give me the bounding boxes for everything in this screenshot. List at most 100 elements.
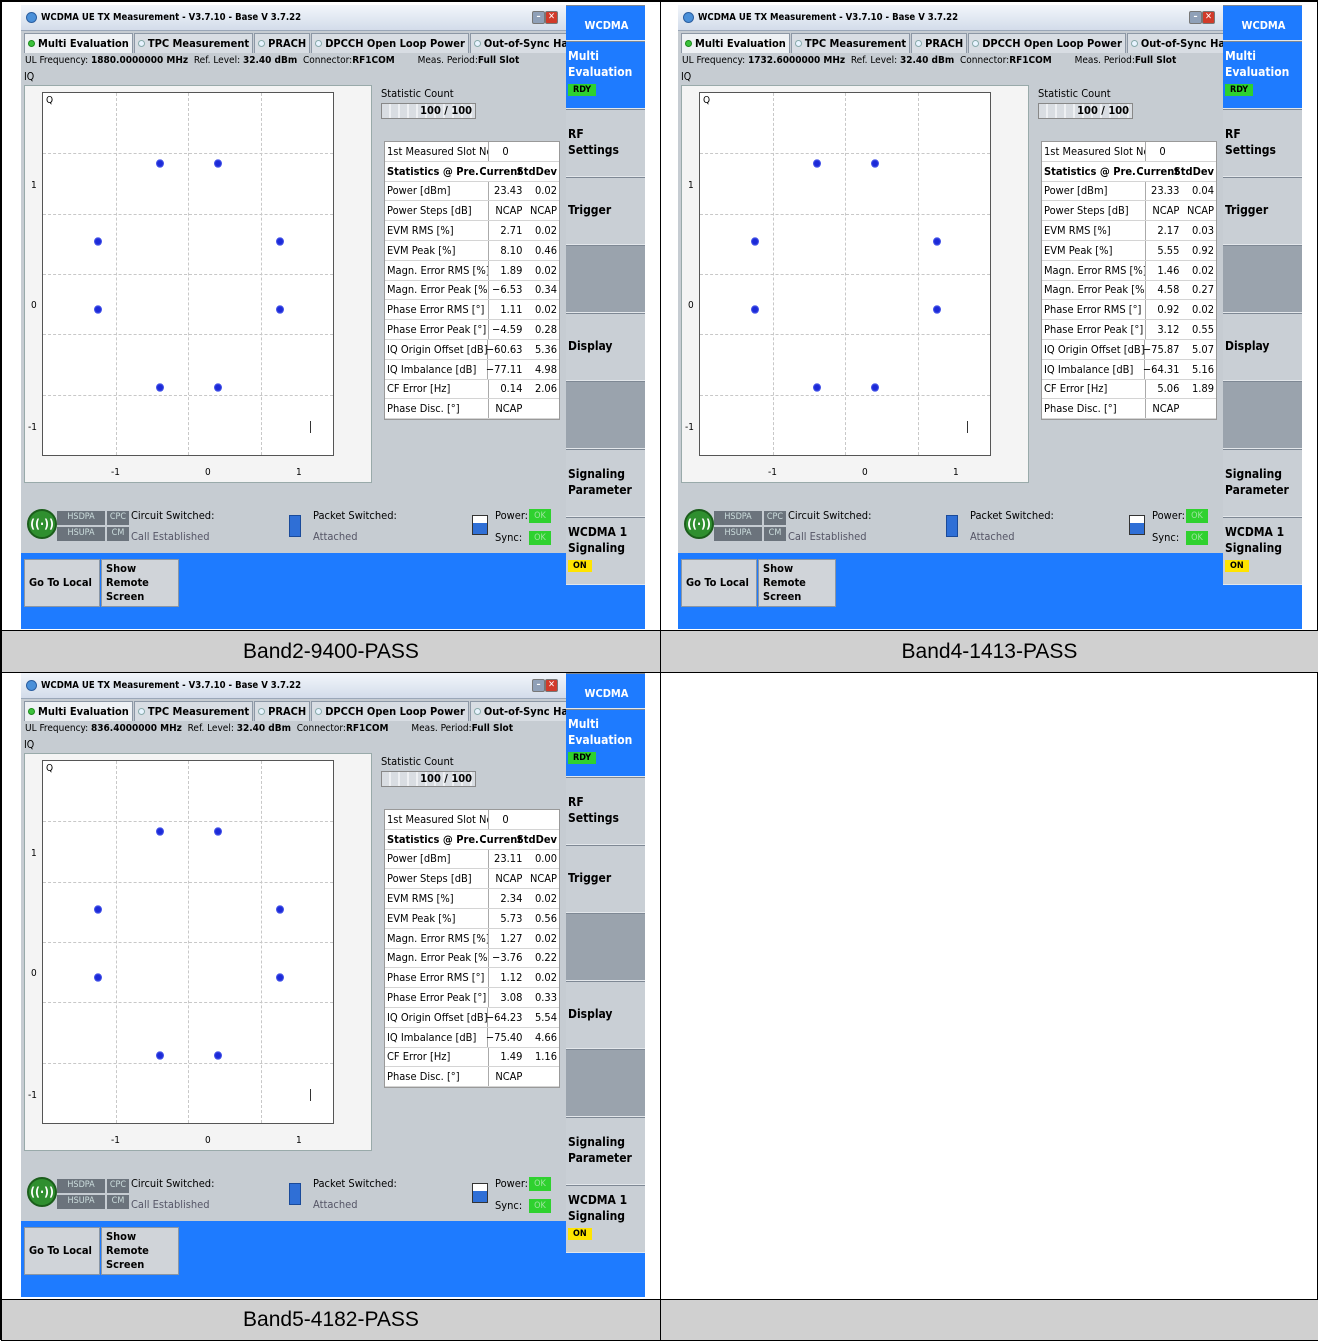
softkey-rf-settings[interactable]: RF Settings <box>566 777 645 845</box>
softkey-wcdma1-signaling[interactable]: WCDMA 1 Signaling ON <box>566 517 645 585</box>
tab-dpcch-open-loop-power[interactable]: DPCCH Open Loop Power <box>311 701 469 721</box>
circuit-switched-value: Call Established <box>788 530 867 543</box>
meas-period-label: Meas. Period: <box>417 55 478 66</box>
softkey-empty[interactable] <box>1223 245 1302 313</box>
tab-label: TPC Measurement <box>147 705 250 718</box>
radio-icon <box>28 708 35 715</box>
softkey-display[interactable]: Display <box>566 313 645 381</box>
softkey-label: Settings <box>568 811 619 825</box>
softkey-display[interactable]: Display <box>566 981 645 1049</box>
go-to-local-button[interactable]: Go To Local <box>681 559 757 607</box>
table-row: EVM RMS [%] 2.71 0.02 <box>385 221 559 241</box>
softkey-empty[interactable] <box>566 913 645 981</box>
y-tick-label: 0 <box>31 300 37 311</box>
show-remote-screen-button[interactable]: Show Remote Screen <box>101 559 179 607</box>
row-stddev: 1.89 <box>1191 382 1214 396</box>
status-bar: ((·)) HSDPA CPC HSUPA CM Circuit Switche… <box>678 497 1223 553</box>
tab-dpcch-open-loop-power[interactable]: DPCCH Open Loop Power <box>968 33 1126 53</box>
row-current: −3.76 <box>487 948 526 968</box>
softkey-signaling-parameter[interactable]: Signaling Parameter <box>1223 449 1302 517</box>
radio-icon <box>915 40 923 47</box>
softkey-wcdma[interactable]: WCDMA <box>566 5 645 41</box>
table-row: Power [dBm] 23.43 0.02 <box>385 181 559 202</box>
row-stddev: 2.06 <box>534 382 557 396</box>
tab-tpc-measurement[interactable]: TPC Measurement <box>790 33 911 53</box>
softkey-empty[interactable] <box>1223 381 1302 449</box>
softkey-rf-settings[interactable]: RF Settings <box>1223 109 1302 177</box>
row-label: Magn. Error RMS [%] <box>387 263 488 277</box>
softkey-display[interactable]: Display <box>1223 313 1302 381</box>
tab-dpcch-open-loop-power[interactable]: DPCCH Open Loop Power <box>311 33 469 53</box>
go-to-local-button[interactable]: Go To Local <box>24 559 100 607</box>
softkey-trigger[interactable]: Trigger <box>566 177 645 245</box>
softkey-signaling-parameter[interactable]: Signaling Parameter <box>566 1117 645 1185</box>
tab-prach[interactable]: PRACH <box>911 33 968 53</box>
radio-icon <box>137 708 145 715</box>
screenshot-panel: WCDMA UE TX Measurement - V3.7.10 - Base… <box>21 5 645 629</box>
row-label: CF Error [Hz] <box>1044 382 1108 396</box>
row-stddev: NCAP <box>1186 204 1214 218</box>
row-label: Power Steps [dB] <box>387 872 472 886</box>
softkey-label: Signaling <box>568 1209 625 1223</box>
minimize-button[interactable]: – <box>1189 11 1202 24</box>
softkey-label: Settings <box>1225 143 1276 157</box>
minimize-button[interactable]: – <box>532 11 545 24</box>
softkey-trigger[interactable]: Trigger <box>566 845 645 913</box>
row-stddev: 0.22 <box>534 951 557 965</box>
radio-icon <box>315 708 323 715</box>
softkey-multi-evaluation[interactable]: Multi Evaluation RDY <box>1223 41 1302 109</box>
iq-constellation-plot: Q <box>42 92 334 456</box>
row-stddev: 0.02 <box>534 224 557 238</box>
circuit-switched-label: Circuit Switched: <box>788 509 872 522</box>
softkey-wcdma1-signaling[interactable]: WCDMA 1 Signaling ON <box>566 1185 645 1253</box>
statistic-count-bar: 100 / 100 <box>1038 103 1133 119</box>
softkey-wcdma[interactable]: WCDMA <box>1223 5 1302 41</box>
screenshot-panel: WCDMA UE TX Measurement - V3.7.10 - Base… <box>21 673 645 1297</box>
show-remote-screen-button[interactable]: Show Remote Screen <box>758 559 836 607</box>
app-icon <box>683 12 694 23</box>
softkey-multi-evaluation[interactable]: Multi Evaluation RDY <box>566 41 645 109</box>
show-remote-screen-button[interactable]: Show Remote Screen <box>101 1227 179 1275</box>
tab-tpc-measurement[interactable]: TPC Measurement <box>133 701 254 721</box>
radio-icon <box>28 40 35 47</box>
row-current: NCAP <box>487 201 526 221</box>
softkey-rf-settings[interactable]: RF Settings <box>566 109 645 177</box>
row-current: 3.12 <box>1144 320 1183 339</box>
hsupa-badge: HSUPA <box>714 527 762 541</box>
x-tick-label: -1 <box>768 467 777 478</box>
softkey-label: Multi <box>568 717 599 731</box>
table-row: 1st Measured Slot No 0 <box>1042 142 1216 162</box>
close-button[interactable]: ✕ <box>545 11 558 24</box>
tab-tpc-measurement[interactable]: TPC Measurement <box>133 33 254 53</box>
circuit-switched-label: Circuit Switched: <box>131 1177 215 1190</box>
y-tick-label: 0 <box>31 968 37 979</box>
softkey-empty[interactable] <box>566 1049 645 1117</box>
close-button[interactable]: ✕ <box>545 679 558 692</box>
softkey-trigger[interactable]: Trigger <box>1223 177 1302 245</box>
softkey-empty[interactable] <box>566 245 645 313</box>
tab-multi-evaluation[interactable]: Multi Evaluation <box>24 701 133 721</box>
table-row: Phase Disc. [°] NCAP <box>385 1067 559 1088</box>
softkey-wcdma[interactable]: WCDMA <box>566 673 645 709</box>
tab-multi-evaluation[interactable]: Multi Evaluation <box>681 33 790 53</box>
close-button[interactable]: ✕ <box>1202 11 1215 24</box>
row-current: 1.89 <box>487 260 526 280</box>
tab-prach[interactable]: PRACH <box>254 701 311 721</box>
tab-prach[interactable]: PRACH <box>254 33 311 53</box>
bottom-toolbar: Go To Local Show Remote Screen <box>21 553 645 629</box>
softkey-multi-evaluation[interactable]: Multi Evaluation RDY <box>566 709 645 777</box>
minimize-button[interactable]: – <box>532 679 545 692</box>
tab-label: PRACH <box>925 37 964 50</box>
bottom-toolbar: Go To Local Show Remote Screen <box>678 553 1302 629</box>
table-row: CF Error [Hz] 0.14 2.06 <box>385 379 559 400</box>
row-current: NCAP <box>487 1067 526 1087</box>
go-to-local-button[interactable]: Go To Local <box>24 1227 100 1275</box>
softkey-empty[interactable] <box>566 381 645 449</box>
circuit-switched-label: Circuit Switched: <box>131 509 215 522</box>
table-row: Magn. Error Peak [%] −6.53 0.34 <box>385 280 559 301</box>
y-tick-label: 0 <box>688 300 694 311</box>
softkey-signaling-parameter[interactable]: Signaling Parameter <box>566 449 645 517</box>
softkey-wcdma1-signaling[interactable]: WCDMA 1 Signaling ON <box>1223 517 1302 585</box>
tab-label: PRACH <box>268 37 307 50</box>
tab-multi-evaluation[interactable]: Multi Evaluation <box>24 33 133 53</box>
